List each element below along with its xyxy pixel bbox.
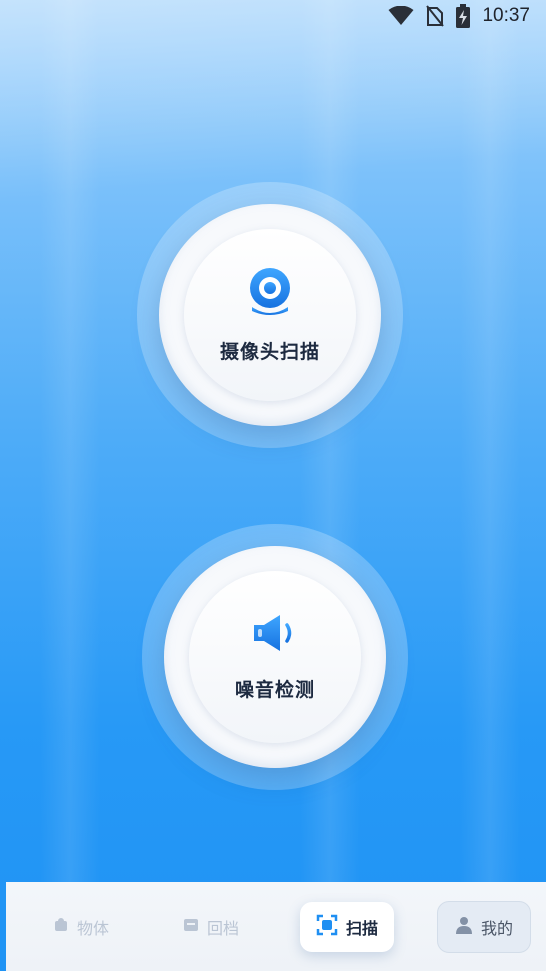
nav-item-label: 扫描: [345, 918, 378, 938]
app-screen: 10:37 摄像头扫描 噪音检测 物体 回档 扫描 我的: [0, 0, 546, 971]
status-bar: 10:37: [388, 0, 546, 32]
nav-item-record[interactable]: 回档: [166, 902, 256, 952]
no-sim-icon: [426, 5, 445, 27]
nav-item-label: 物体: [76, 918, 109, 938]
camera-scan-label: 摄像头扫描: [219, 340, 320, 363]
camera-scan-button[interactable]: 摄像头扫描: [159, 204, 381, 426]
user-icon: [455, 916, 473, 938]
nav-item-scan[interactable]: 扫描: [300, 901, 394, 952]
camera-scan-inner: 摄像头扫描: [184, 229, 356, 401]
nav-item-object[interactable]: 物体: [36, 902, 126, 952]
noise-detect-button[interactable]: 噪音检测: [164, 546, 386, 768]
object-icon: [53, 917, 69, 937]
bottom-nav: 物体 回档 扫描 我的: [6, 882, 546, 971]
wifi-icon: [388, 6, 414, 26]
nav-item-profile[interactable]: 我的: [437, 900, 531, 953]
nav-item-label: 回档: [206, 918, 239, 938]
background-streak: [300, 0, 360, 971]
battery-charging-icon: [456, 4, 471, 28]
noise-detect-label: 噪音检测: [234, 678, 315, 701]
nav-item-label: 我的: [480, 918, 513, 938]
background-streak: [40, 0, 100, 971]
scan-icon: [316, 914, 338, 940]
record-icon: [183, 917, 199, 937]
webcam-icon: [247, 267, 293, 319]
speaker-icon: [250, 613, 300, 657]
noise-detect-inner: 噪音检测: [189, 571, 361, 743]
status-time: 10:37: [482, 5, 530, 26]
background-streak: [460, 0, 520, 971]
